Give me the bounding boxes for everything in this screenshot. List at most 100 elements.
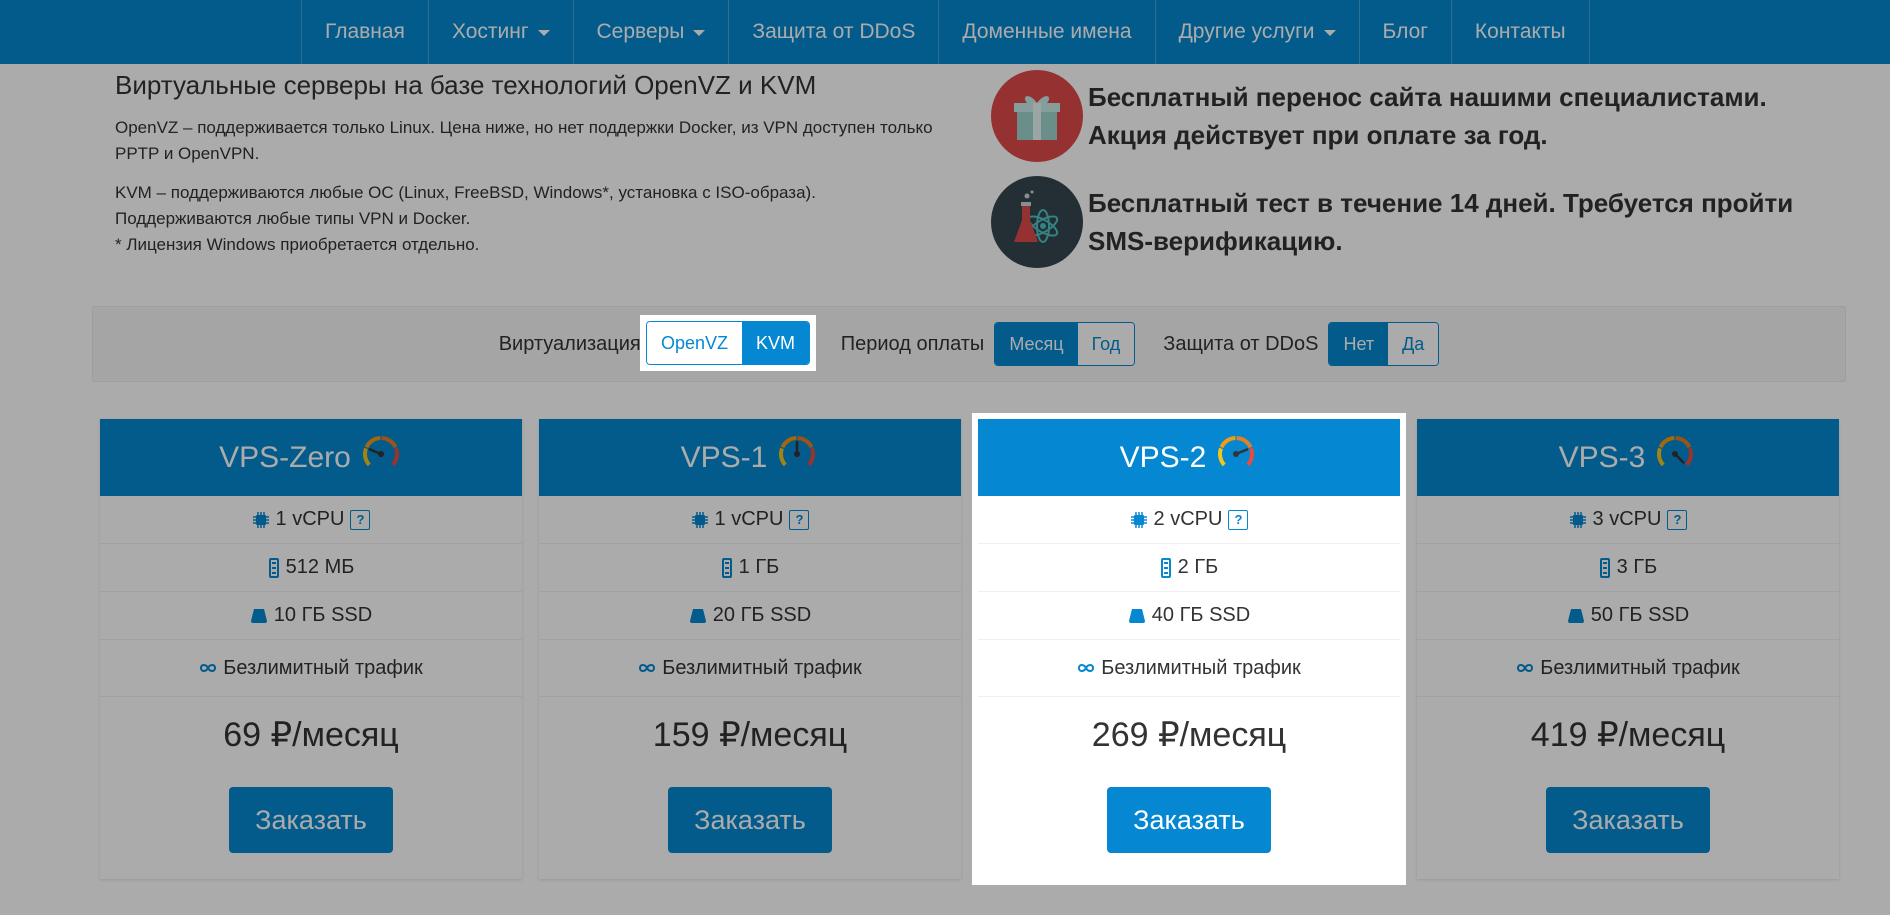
caret-down-icon bbox=[693, 30, 706, 36]
plan-name: VPS-2 bbox=[1119, 440, 1207, 474]
nav-item-blog[interactable]: Блог bbox=[1358, 0, 1451, 64]
plan-traffic: Безлимитный трафик bbox=[662, 656, 862, 679]
nav-label: Хостинг bbox=[451, 20, 529, 43]
plan-disk-row: 10 ГБ SSD bbox=[100, 592, 522, 640]
plan-card-vps-2: VPS-2 2 vCPU? 2 ГБ 40 ГБ SSD Безлимитный тра… bbox=[972, 413, 1406, 885]
memory-icon bbox=[721, 557, 733, 578]
infinity-icon bbox=[199, 662, 217, 674]
flask-atom-icon bbox=[991, 176, 1083, 268]
plan-ram-row: 2 ГБ bbox=[978, 544, 1400, 592]
plan-name: VPS-Zero bbox=[219, 440, 351, 474]
disk-icon bbox=[689, 608, 707, 624]
speedometer-icon bbox=[1214, 432, 1258, 484]
plan-ram: 1 ГБ bbox=[738, 556, 780, 578]
plan-header: VPS-2 bbox=[978, 419, 1400, 496]
plan-price: 69 ₽/месяц bbox=[223, 715, 399, 754]
plan-ram: 2 ГБ bbox=[1177, 556, 1219, 578]
period-year-button[interactable]: Год bbox=[1077, 323, 1135, 365]
intro-kvm-text: KVM – поддерживаются любые ОС (Linux, Fr… bbox=[115, 180, 955, 258]
plan-price: 269 ₽/месяц bbox=[1091, 715, 1287, 754]
plan-header: VPS-1 bbox=[539, 419, 961, 496]
nav-item-home[interactable]: Главная bbox=[301, 0, 428, 64]
plan-list: VPS-Zero 1 vCPU? 512 МБ 10 ГБ SSD Безлимитны… bbox=[100, 419, 1840, 879]
promo-line: Бесплатный тест в течение 14 дней. Требу… bbox=[1088, 188, 1794, 218]
speedometer-icon bbox=[1653, 432, 1697, 484]
plan-cpu-row: 1 vCPU? bbox=[539, 496, 961, 544]
ddos-protection-toggle: Нет Да bbox=[1328, 322, 1440, 366]
nav-item-servers[interactable]: Серверы bbox=[572, 0, 729, 64]
memory-icon bbox=[268, 557, 280, 578]
plan-traffic-row: Безлимитный трафик bbox=[1417, 640, 1839, 697]
plan-disk: 10 ГБ SSD bbox=[273, 604, 373, 626]
virt-openvz-button[interactable]: OpenVZ bbox=[647, 322, 743, 364]
intro-kvm-line: * Лицензия Windows приобретается отдельн… bbox=[115, 235, 480, 254]
infinity-icon bbox=[638, 662, 656, 674]
help-icon[interactable]: ? bbox=[1667, 509, 1688, 530]
order-wrap: Заказать bbox=[978, 772, 1400, 853]
filter-bar: Виртуализация Период оплаты Месяц Год За… bbox=[92, 306, 1846, 382]
plan-disk: 40 ГБ SSD bbox=[1151, 604, 1251, 626]
order-wrap: Заказать bbox=[539, 772, 961, 853]
cpu-icon bbox=[252, 511, 270, 529]
help-icon[interactable]: ? bbox=[789, 509, 810, 530]
plan-traffic: Безлимитный трафик bbox=[1540, 656, 1740, 679]
plan-cpu-row: 1 vCPU? bbox=[100, 496, 522, 544]
nav-label: Блог bbox=[1382, 20, 1428, 43]
intro-kvm-line: KVM – поддерживаются любые ОС (Linux, Fr… bbox=[115, 183, 816, 202]
plan-name: VPS-1 bbox=[680, 440, 768, 474]
nav-item-hosting[interactable]: Хостинг bbox=[427, 0, 573, 64]
plan-cpu: 1 vCPU bbox=[714, 508, 784, 530]
plan-traffic: Безлимитный трафик bbox=[223, 656, 423, 679]
period-month-button[interactable]: Месяц bbox=[995, 323, 1078, 365]
nav-item-ddos[interactable]: Защита от DDoS bbox=[728, 0, 938, 64]
virtualization-toggle-highlight: OpenVZ KVM bbox=[640, 315, 817, 371]
nav-item-other-services[interactable]: Другие услуги bbox=[1154, 0, 1359, 64]
help-icon[interactable]: ? bbox=[1228, 509, 1249, 530]
plan-header: VPS-3 bbox=[1417, 419, 1839, 496]
ddos-no-button[interactable]: Нет bbox=[1329, 323, 1389, 365]
order-button[interactable]: Заказать bbox=[229, 787, 393, 853]
plan-name: VPS-3 bbox=[1558, 440, 1646, 474]
plan-price: 419 ₽/месяц bbox=[1530, 715, 1726, 754]
plan-traffic-row: Безлимитный трафик bbox=[100, 640, 522, 697]
infinity-icon bbox=[1516, 662, 1534, 674]
infinity-icon bbox=[1077, 662, 1095, 674]
nav-item-contacts[interactable]: Контакты bbox=[1450, 0, 1590, 64]
promo-text: Бесплатный тест в течение 14 дней. Требу… bbox=[1088, 184, 1793, 260]
plan-card-vps-1: VPS-1 1 vCPU? 1 ГБ 20 ГБ SSD Безлимитный тра… bbox=[539, 419, 961, 879]
nav-label: Серверы bbox=[596, 20, 685, 43]
promo-text: Бесплатный перенос сайта нашими специали… bbox=[1088, 78, 1767, 154]
order-button[interactable]: Заказать bbox=[1107, 787, 1271, 853]
virtualization-toggle: OpenVZ KVM bbox=[646, 321, 811, 365]
virt-kvm-button[interactable]: KVM bbox=[742, 322, 810, 364]
plan-disk-row: 20 ГБ SSD bbox=[539, 592, 961, 640]
help-icon[interactable]: ? bbox=[350, 509, 371, 530]
ddos-protection-label: Защита от DDoS bbox=[1163, 332, 1319, 355]
intro-kvm-line: Поддерживаются любые типы VPN и Docker. bbox=[115, 209, 471, 228]
plan-disk: 20 ГБ SSD bbox=[712, 604, 812, 626]
nav-label: Защита от DDoS bbox=[752, 20, 916, 43]
intro-section: Виртуальные серверы на базе технологий O… bbox=[115, 70, 955, 271]
plan-ram-row: 3 ГБ bbox=[1417, 544, 1839, 592]
plan-traffic-row: Безлимитный трафик bbox=[539, 640, 961, 697]
memory-icon bbox=[1599, 557, 1611, 578]
plan-ram: 3 ГБ bbox=[1616, 556, 1658, 578]
memory-icon bbox=[1160, 557, 1172, 578]
nav-item-domains[interactable]: Доменные имена bbox=[938, 0, 1154, 64]
order-button[interactable]: Заказать bbox=[1546, 787, 1710, 853]
speedometer-icon bbox=[359, 432, 403, 484]
plan-cpu-row: 3 vCPU? bbox=[1417, 496, 1839, 544]
plan-disk-row: 50 ГБ SSD bbox=[1417, 592, 1839, 640]
plan-ram-row: 512 МБ bbox=[100, 544, 522, 592]
order-wrap: Заказать bbox=[1417, 772, 1839, 853]
order-button[interactable]: Заказать bbox=[668, 787, 832, 853]
nav-label: Другие услуги bbox=[1178, 20, 1315, 43]
promo-item-trial: Бесплатный тест в течение 14 дней. Требу… bbox=[991, 176, 1851, 268]
nav-label: Контакты bbox=[1474, 20, 1566, 43]
ddos-yes-button[interactable]: Да bbox=[1388, 323, 1439, 365]
cpu-icon bbox=[1130, 511, 1148, 529]
plan-cpu: 3 vCPU bbox=[1592, 508, 1662, 530]
top-navbar: Главная Хостинг Серверы Защита от DDoS Д… bbox=[0, 0, 1890, 64]
disk-icon bbox=[1128, 608, 1146, 624]
promo-line: SMS-верификацию. bbox=[1088, 226, 1343, 256]
